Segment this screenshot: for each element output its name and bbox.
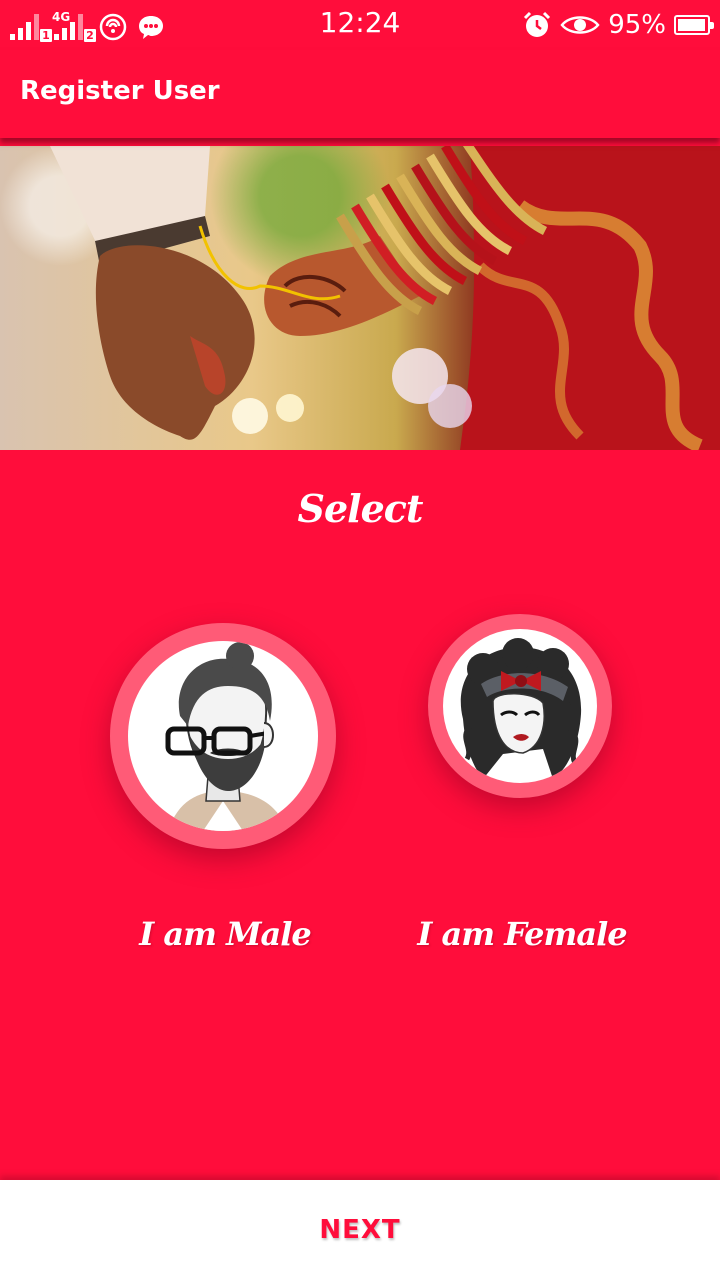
app-bar: Register User: [0, 50, 720, 138]
battery-percent: 95%: [608, 10, 666, 40]
eye-icon: [560, 10, 600, 40]
alarm-icon: [522, 10, 552, 40]
status-bar: 1 4G 2 12:24 95%: [0, 0, 720, 50]
status-right: 95%: [522, 8, 714, 42]
next-button[interactable]: NEXT: [319, 1215, 400, 1245]
female-option-label[interactable]: I am Female: [392, 915, 652, 953]
page-title: Register User: [20, 76, 220, 106]
male-option-label[interactable]: I am Male: [95, 915, 355, 953]
female-avatar: [443, 629, 597, 783]
battery-icon: [674, 15, 714, 35]
bottom-bar: NEXT: [0, 1180, 720, 1280]
male-option-button[interactable]: [110, 623, 336, 849]
male-avatar: [128, 641, 318, 831]
banner-image: [0, 146, 720, 450]
select-heading: Select: [297, 486, 424, 531]
battery-fill: [678, 19, 705, 31]
female-option-button[interactable]: [428, 614, 612, 798]
